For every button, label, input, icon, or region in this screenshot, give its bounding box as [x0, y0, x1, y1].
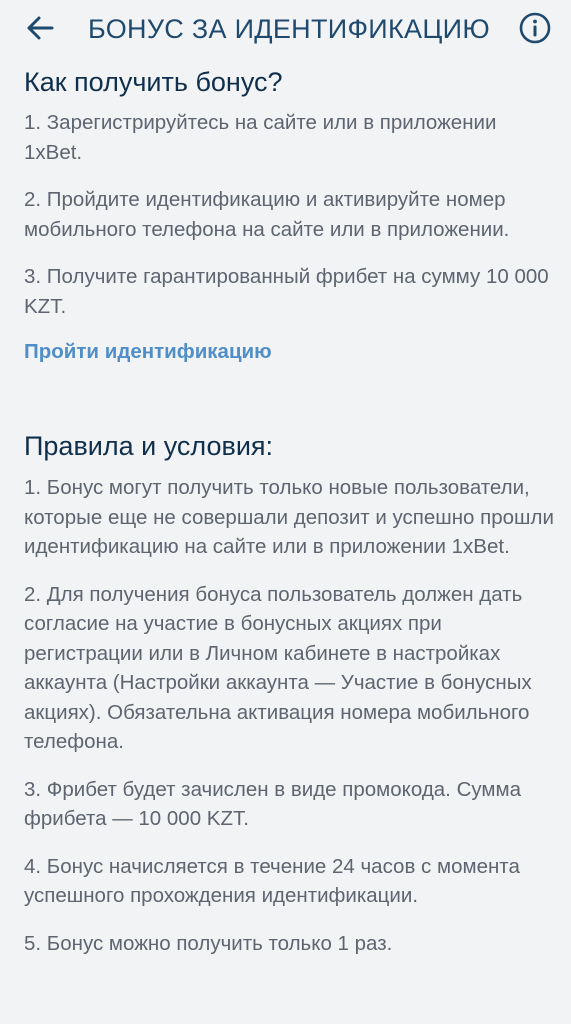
rules-heading: Правила и условия: — [24, 431, 274, 461]
pass-identification-link[interactable]: Пройти идентификацию — [24, 338, 272, 366]
list-item: 5. Бонус можно получить только 1 раз. — [24, 931, 393, 955]
how-to-get-bonus-heading: Как получить бонус? — [24, 67, 283, 97]
arrow-left-icon — [27, 16, 54, 40]
list-item: 2. Пройдите идентификацию и активируйте … — [24, 188, 510, 241]
info-button[interactable] — [518, 11, 552, 45]
list-item: 3. Получите гарантированный фрибет на су… — [24, 265, 549, 318]
app-header: БОНУС ЗА ИДЕНТИФИКАЦИЮ — [0, 0, 571, 58]
list-item: 1. Бонус могут получить только новые пол… — [24, 476, 554, 558]
how-to-steps-list: 1. Зарегистрируйтесь на сайте или в прил… — [24, 108, 559, 321]
list-item: 1. Зарегистрируйтесь на сайте или в прил… — [24, 111, 497, 164]
page-title: БОНУС ЗА ИДЕНТИФИКАЦИЮ — [88, 14, 490, 44]
rules-list: 1. Бонус могут получить только новые пол… — [24, 473, 559, 958]
list-item: 4. Бонус начисляется в течение 24 часов … — [24, 854, 520, 908]
list-item: 3. Фрибет будет зачислен в виде промокод… — [24, 777, 521, 831]
info-icon — [519, 12, 551, 44]
bonus-content: Как получить бонус? 1. Зарегистрируйтесь… — [24, 62, 559, 958]
back-button[interactable] — [22, 10, 58, 46]
list-item: 2. Для получения бонуса пользователь дол… — [24, 582, 532, 754]
